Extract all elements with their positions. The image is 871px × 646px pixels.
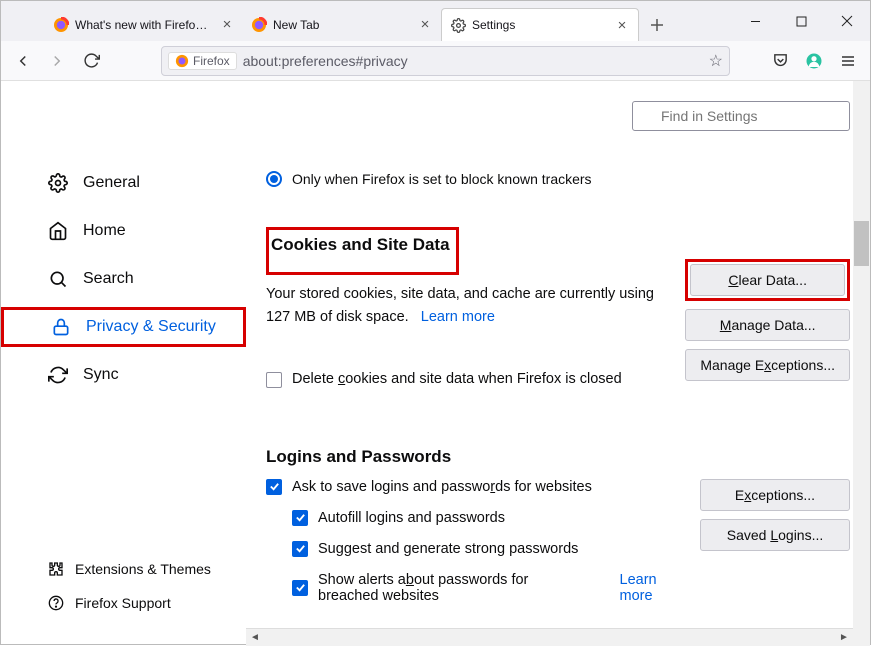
forward-button[interactable] bbox=[43, 47, 71, 75]
nav-toolbar: Firefox about:preferences#privacy ☆ bbox=[1, 41, 870, 81]
autofill-checkbox[interactable]: Autofill logins and passwords bbox=[292, 510, 680, 526]
content-area: General Home Search Privacy & Security S… bbox=[1, 81, 870, 646]
new-tab-button[interactable] bbox=[643, 11, 671, 39]
logins-learn-more-link[interactable]: Learn more bbox=[620, 572, 680, 604]
question-icon bbox=[47, 594, 65, 612]
settings-main: Only when Firefox is set to block known … bbox=[246, 81, 870, 628]
saved-logins-button[interactable]: Saved Logins... bbox=[700, 519, 850, 551]
close-icon[interactable]: × bbox=[219, 17, 235, 32]
autofill-label: Autofill logins and passwords bbox=[318, 510, 505, 526]
scrollbar-thumb[interactable] bbox=[264, 630, 835, 646]
suggest-passwords-label: Suggest and generate strong passwords bbox=[318, 541, 578, 557]
checkbox-checked-icon bbox=[266, 479, 282, 495]
url-bar[interactable]: Firefox about:preferences#privacy ☆ bbox=[161, 46, 730, 76]
checkbox-checked-icon bbox=[292, 510, 308, 526]
breach-alerts-checkbox[interactable]: Show alerts about passwords for breached… bbox=[292, 572, 680, 604]
url-text: about:preferences#privacy bbox=[243, 53, 703, 69]
firefox-icon bbox=[53, 17, 69, 33]
checkbox-checked-icon bbox=[292, 541, 308, 557]
delete-on-close-label: Delete cookies and site data when Firefo… bbox=[292, 368, 622, 390]
pocket-button[interactable] bbox=[766, 47, 794, 75]
sidebar-footer-extensions[interactable]: Extensions & Themes bbox=[1, 554, 246, 584]
horizontal-scrollbar[interactable]: ◄ ► bbox=[246, 628, 853, 646]
titlebar: What's new with Firefox - M × New Tab × … bbox=[1, 1, 870, 41]
scrollbar-track[interactable] bbox=[264, 630, 835, 646]
cookies-desc-line1: Your stored cookies, site data, and cach… bbox=[266, 286, 654, 302]
sidebar-footer-support[interactable]: Firefox Support bbox=[1, 588, 246, 618]
scroll-right-arrow[interactable]: ► bbox=[835, 630, 853, 646]
tab-whats-new[interactable]: What's new with Firefox - M × bbox=[45, 8, 243, 41]
checkbox-unchecked-icon bbox=[266, 372, 282, 388]
home-icon bbox=[47, 220, 69, 242]
sidebar-item-sync[interactable]: Sync bbox=[1, 355, 246, 395]
delete-on-close-checkbox[interactable]: Delete cookies and site data when Firefo… bbox=[266, 368, 665, 390]
puzzle-icon bbox=[47, 560, 65, 578]
sidebar-item-search[interactable]: Search bbox=[1, 259, 246, 299]
ask-save-logins-checkbox[interactable]: Ask to save logins and passwords for web… bbox=[266, 479, 680, 495]
sync-icon bbox=[47, 364, 69, 386]
trackers-radio-label: Only when Firefox is set to block known … bbox=[292, 171, 592, 187]
tab-settings[interactable]: Settings × bbox=[441, 8, 639, 41]
maximize-button[interactable] bbox=[778, 5, 824, 37]
sidebar-item-label: Search bbox=[83, 270, 134, 288]
tab-new-tab[interactable]: New Tab × bbox=[243, 8, 441, 41]
sidebar-item-label: General bbox=[83, 174, 140, 192]
vertical-scrollbar[interactable] bbox=[853, 81, 870, 646]
sidebar-footer-label: Extensions & Themes bbox=[75, 561, 211, 577]
close-window-button[interactable] bbox=[824, 5, 870, 37]
cookies-heading: Cookies and Site Data bbox=[271, 232, 450, 258]
minimize-button[interactable] bbox=[732, 5, 778, 37]
clear-data-button[interactable]: Clear Data... bbox=[690, 264, 845, 296]
breach-alerts-label: Show alerts about passwords for breached… bbox=[318, 572, 591, 604]
gear-icon bbox=[47, 172, 69, 194]
cookies-learn-more-link[interactable]: Learn more bbox=[421, 309, 495, 325]
sidebar-item-general[interactable]: General bbox=[1, 163, 246, 203]
lock-icon bbox=[50, 316, 72, 338]
radio-selected-icon bbox=[266, 171, 282, 187]
checkbox-checked-icon bbox=[292, 580, 308, 596]
scroll-left-arrow[interactable]: ◄ bbox=[246, 630, 264, 646]
cookies-desc-line2: 127 MB of disk space. bbox=[266, 309, 409, 325]
tab-title: What's new with Firefox - M bbox=[75, 18, 213, 32]
close-icon[interactable]: × bbox=[614, 18, 630, 33]
gear-icon bbox=[450, 17, 466, 33]
identity-box[interactable]: Firefox bbox=[168, 52, 237, 70]
manage-exceptions-button[interactable]: Manage Exceptions... bbox=[685, 349, 850, 381]
trackers-radio-row[interactable]: Only when Firefox is set to block known … bbox=[266, 171, 850, 187]
sidebar-item-home[interactable]: Home bbox=[1, 211, 246, 251]
identity-label: Firefox bbox=[193, 54, 230, 68]
back-button[interactable] bbox=[9, 47, 37, 75]
find-in-settings-input[interactable] bbox=[632, 101, 850, 131]
tab-title: New Tab bbox=[273, 18, 411, 32]
firefox-icon bbox=[251, 17, 267, 33]
suggest-passwords-checkbox[interactable]: Suggest and generate strong passwords bbox=[292, 541, 680, 557]
sidebar-item-label: Sync bbox=[83, 366, 119, 384]
account-button[interactable] bbox=[800, 47, 828, 75]
bookmark-star-icon[interactable]: ☆ bbox=[709, 51, 723, 71]
tab-title: Settings bbox=[472, 18, 608, 32]
sidebar-item-privacy[interactable]: Privacy & Security bbox=[1, 307, 246, 347]
ask-save-logins-label: Ask to save logins and passwords for web… bbox=[292, 479, 592, 495]
reload-button[interactable] bbox=[77, 47, 105, 75]
sidebar-item-label: Home bbox=[83, 222, 126, 240]
close-icon[interactable]: × bbox=[417, 17, 433, 32]
firefox-icon bbox=[175, 54, 189, 68]
logins-heading: Logins and Passwords bbox=[266, 447, 850, 467]
window-controls bbox=[732, 1, 870, 41]
logins-exceptions-button[interactable]: Exceptions... bbox=[700, 479, 850, 511]
search-icon bbox=[47, 268, 69, 290]
app-menu-button[interactable] bbox=[834, 47, 862, 75]
sidebar-footer-label: Firefox Support bbox=[75, 595, 171, 611]
manage-data-button[interactable]: Manage Data... bbox=[685, 309, 850, 341]
sidebar-item-label: Privacy & Security bbox=[86, 318, 216, 336]
scrollbar-thumb[interactable] bbox=[854, 221, 869, 266]
settings-sidebar: General Home Search Privacy & Security S… bbox=[1, 81, 246, 646]
